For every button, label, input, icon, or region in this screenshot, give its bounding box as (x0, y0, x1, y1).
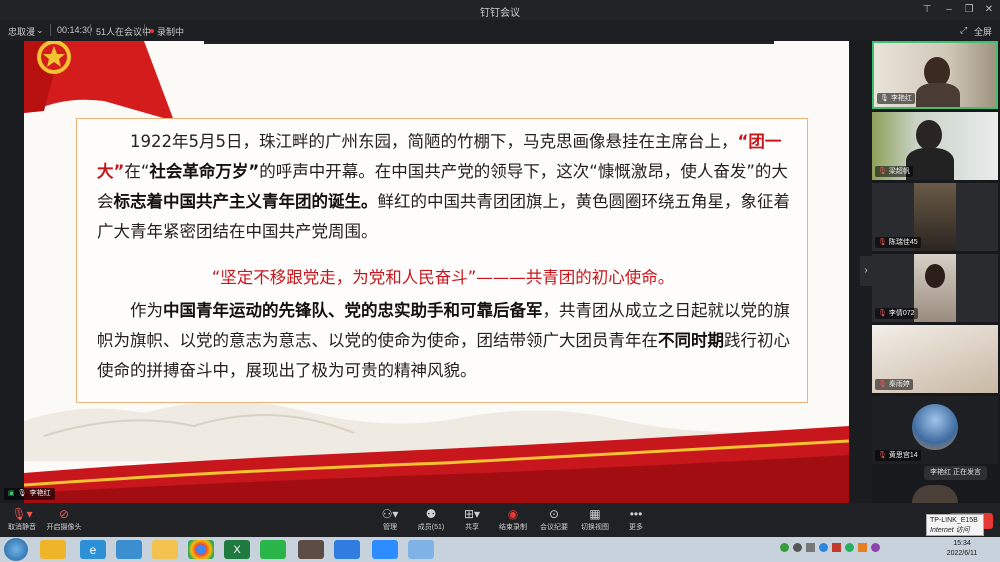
paint-app-icon[interactable] (40, 540, 66, 559)
system-tray[interactable] (780, 543, 920, 555)
recording-status: 录制中 (157, 27, 185, 37)
presenter-name: 李艳红 (29, 490, 51, 497)
video-tile[interactable]: 🎙︎ 李倩072 (872, 254, 998, 322)
unmute-button[interactable]: 🎙︎▾ 取消静音 (2, 506, 42, 532)
close-icon[interactable]: ✕ (982, 3, 996, 17)
collapse-panel-button[interactable]: › (860, 256, 872, 286)
microphone-icon: 🎙︎ (880, 95, 891, 102)
grid-view-icon: ▦ (589, 507, 601, 521)
video-tile[interactable]: 🎙︎ 黄思宫14 (872, 396, 998, 464)
clock-time: 15:34 (953, 540, 971, 547)
participant-name: 李倩072 (888, 310, 915, 317)
fullscreen-icon[interactable]: ⤢ (960, 25, 967, 36)
title-bar: 钉钉会议 ⊤ – ❐ ✕ (0, 0, 1000, 20)
content-text-box: 1922年5月5日，珠江畔的广州东园，简陋的竹棚下，马克思画像悬挂在主席台上，“… (76, 118, 808, 403)
minutes-icon: ⊙ (548, 507, 560, 521)
muted-mic-icon: 🎙︎ (878, 239, 889, 246)
maximize-icon[interactable]: ❐ (962, 3, 976, 17)
clock-date: 2022/6/11 (946, 550, 978, 557)
participant-panel: 🎙︎ 李艳红 🎙︎ 梁超帆 🎙︎ 陈瑞佳45 🎙︎ 李倩072 🎙︎ 秦雨婷 🎙… (872, 41, 1000, 503)
muted-mic-icon: 🎙︎ (878, 381, 889, 388)
media-app-icon[interactable] (116, 540, 142, 559)
manage-icon: ⚇▾ (381, 507, 399, 521)
share-button[interactable]: ⊞▾ 共享 (452, 506, 492, 532)
avatar (912, 404, 958, 450)
chevron-down-icon[interactable]: ⌄ (36, 25, 44, 36)
minutes-button[interactable]: ⊙ 会议纪要 (534, 506, 574, 532)
camera-off-icon: ⊘ (58, 507, 70, 521)
members-button[interactable]: ⚉ 成员(51) (411, 506, 451, 532)
start-button[interactable] (4, 538, 28, 561)
video-tile[interactable]: 🎙︎ 梁超帆 (872, 112, 998, 180)
dingtalk-icon[interactable] (408, 540, 434, 559)
pin-icon[interactable]: ⊤ (920, 3, 934, 17)
participant-name: 陈瑞佳45 (888, 239, 918, 246)
windows-taskbar: e X 15:34 2022/6/11 (0, 537, 1000, 562)
participant-name: 梁超帆 (888, 168, 910, 175)
minimize-icon[interactable]: – (942, 3, 956, 17)
switch-view-button[interactable]: ▦ 切换视图 (575, 506, 615, 532)
mode-label[interactable]: 忠取漫 (8, 25, 35, 38)
video-tile[interactable]: 🎙︎ 秦雨婷 (872, 325, 998, 393)
share-screen-icon: ⊞▾ (463, 507, 481, 521)
participant-count[interactable]: 51人在会议中 (96, 25, 151, 38)
window-title: 钉钉会议 (480, 8, 520, 19)
more-button[interactable]: ••• 更多 (616, 506, 656, 532)
meeting-toolbar: 🎙︎▾ 取消静音 ⊘ 开启摄像头 ⚇▾ 管理 ⚉ 成员(51) ⊞▾ 共享 ◉ 结束录制 ⊙… (0, 503, 1000, 537)
clock[interactable]: 15:34 2022/6/11 (930, 539, 994, 559)
file-explorer-icon[interactable] (152, 540, 178, 559)
network-name: TP-LINK_E15B (930, 517, 978, 524)
network-status: Internet 访问 (930, 527, 970, 534)
avatar (912, 485, 958, 503)
feishu-icon[interactable] (334, 540, 360, 559)
paragraph-1: 1922年5月5日，珠江畔的广州东园，简陋的竹棚下，马克思画像悬挂在主席台上，“… (97, 132, 790, 241)
stop-recording-button[interactable]: ◉ 结束录制 (493, 506, 533, 532)
video-tile[interactable]: 🎙︎ 李艳红 (872, 41, 998, 109)
ie-browser-icon[interactable]: e (80, 540, 106, 559)
presenter-tag: ▣ 🎙︎ 李艳红 (4, 488, 55, 500)
meeting-info-bar: 忠取漫 ⌄ 00:14:30 51人在会议中 录制中 ⤢ 全屏 (0, 20, 1000, 40)
paragraph-2: 作为中国青年运动的先锋队、党的忠实助手和可靠后备军，共青团从成立之日起就以党的旗… (97, 301, 790, 380)
fullscreen-button[interactable]: 全屏 (974, 25, 992, 38)
manage-button[interactable]: ⚇▾ 管理 (370, 506, 410, 532)
wechat-icon[interactable] (260, 540, 286, 559)
muted-mic-icon: 🎙︎ (878, 168, 889, 175)
members-icon: ⚉ (425, 507, 437, 521)
video-tile[interactable]: 🎙︎ 陈瑞佳45 (872, 183, 998, 251)
network-tooltip: TP-LINK_E15B Internet 访问 (926, 514, 984, 536)
screen-share-icon: ▣ (8, 490, 15, 497)
participant-name: 秦雨婷 (888, 381, 910, 388)
zoom-icon[interactable] (372, 540, 398, 559)
record-icon: ◉ (507, 507, 519, 521)
speaking-indicator: 李艳红 正在发言 (924, 466, 987, 480)
microphone-icon: 🎙︎ (17, 490, 27, 497)
camera-button[interactable]: ⊘ 开启摄像头 (44, 506, 84, 532)
photo-app-icon[interactable] (298, 540, 324, 559)
shared-slide: 1922年5月5日，珠江畔的广州东园，简陋的竹棚下，马克思画像悬挂在主席台上，“… (24, 41, 849, 503)
excel-icon[interactable]: X (224, 540, 250, 559)
participant-name: 黄思宫14 (888, 452, 918, 459)
slogan-line: “坚定不移跟党走，为党和人民奋斗”———共青团的初心使命。 (211, 268, 675, 287)
muted-mic-icon: 🎙︎ (878, 452, 889, 459)
more-icon: ••• (629, 507, 643, 521)
meeting-duration: 00:14:30 (57, 25, 93, 35)
recording-dot-icon (150, 29, 154, 33)
muted-mic-icon: 🎙︎▾ (11, 507, 33, 521)
participant-name: 李艳红 (890, 95, 912, 102)
muted-mic-icon: 🎙︎ (878, 310, 889, 317)
chrome-icon[interactable] (188, 540, 214, 559)
